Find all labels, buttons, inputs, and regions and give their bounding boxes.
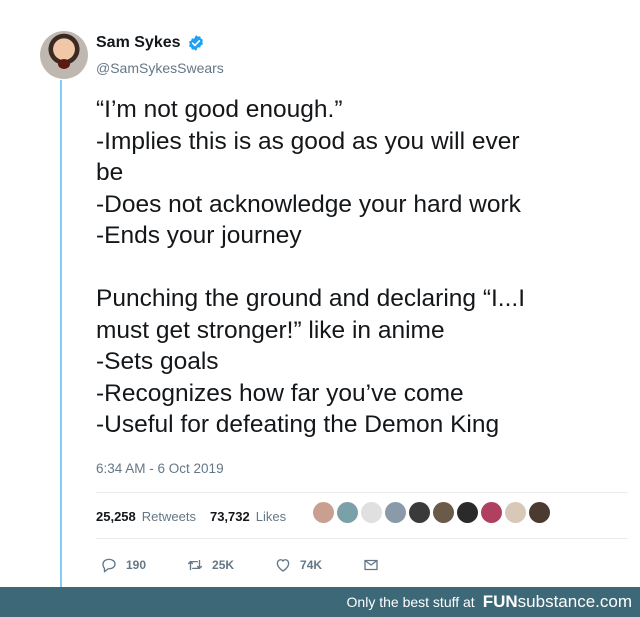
like-icon <box>276 559 290 572</box>
reply-count: 190 <box>126 558 147 572</box>
tweet-line: Punching the ground and declaring “I...I <box>96 285 526 312</box>
reply-button[interactable]: 190 <box>100 556 146 574</box>
brand-bold: FUN <box>482 592 518 611</box>
like-count: 74K <box>300 558 323 572</box>
share-icon <box>364 559 378 571</box>
site-footer: Only the best stuff at FUNsubstance.com <box>0 587 640 617</box>
retweet-button[interactable]: 25K <box>186 556 234 574</box>
tweet-actions: 190 25K 74K <box>100 556 420 574</box>
thread-line <box>60 80 62 587</box>
likes-label[interactable]: Likes <box>256 509 286 524</box>
tweet-line: -Useful for defeating the Demon King <box>96 411 500 438</box>
brand-rest: substance <box>517 592 596 611</box>
tweet-line: -Sets goals <box>96 348 219 375</box>
retweet-count: 25K <box>212 558 235 572</box>
retweets-label[interactable]: Retweets <box>142 509 196 524</box>
tweet-line: -Recognizes how far you’ve come <box>96 379 464 407</box>
retweet-icon <box>187 559 203 571</box>
tweet-line: -Ends your journey <box>96 222 302 249</box>
author-handle[interactable]: @SamSykesSwears <box>96 60 224 76</box>
tweet-line: be <box>96 159 124 186</box>
like-button[interactable]: 74K <box>274 556 322 574</box>
brand-suffix: .com <box>595 592 632 611</box>
footer-brand[interactable]: FUNsubstance.com <box>483 592 632 612</box>
reply-icon <box>102 558 116 573</box>
tweet-line: -Does not acknowledge your hard work <box>96 190 521 218</box>
liker-avatar[interactable] <box>313 502 334 523</box>
retweets-count[interactable]: 25,258 <box>96 509 136 524</box>
liker-avatar[interactable] <box>457 502 478 523</box>
tweet-line: -Implies this is as good as you will eve… <box>96 127 520 155</box>
liker-avatar[interactable] <box>505 502 526 523</box>
liker-avatar[interactable] <box>385 502 406 523</box>
avatar[interactable] <box>40 31 88 79</box>
liker-avatar[interactable] <box>481 502 502 523</box>
footer-tagline: Only the best stuff at <box>346 594 475 610</box>
liker-avatar[interactable] <box>409 502 430 523</box>
tweet-card: Sam Sykes @SamSykesSwears “I’m not good … <box>0 0 640 587</box>
likes-count[interactable]: 73,732 <box>210 509 250 524</box>
liker-avatar[interactable] <box>337 502 358 523</box>
liker-avatar[interactable] <box>529 502 550 523</box>
tweet-line <box>96 252 626 284</box>
liker-avatar[interactable] <box>361 502 382 523</box>
author-row: Sam Sykes <box>96 34 205 52</box>
tweet-text: “I’m not good enough.” -Implies this is … <box>96 94 626 441</box>
verified-badge-icon <box>188 35 203 51</box>
tweet-line: must get stronger!” like in anime <box>96 316 445 344</box>
liker-avatar[interactable] <box>433 502 454 523</box>
share-button[interactable] <box>362 556 380 574</box>
tweet-timestamp[interactable]: 6:34 AM - 6 Oct 2019 <box>96 461 224 476</box>
engagement-stats: 25,258 Retweets 73,732 Likes <box>96 509 286 524</box>
tweet-line: “I’m not good enough.” <box>96 96 343 123</box>
author-name[interactable]: Sam Sykes <box>96 34 181 52</box>
divider <box>96 492 628 493</box>
liker-avatars <box>313 502 550 523</box>
divider <box>96 538 628 539</box>
